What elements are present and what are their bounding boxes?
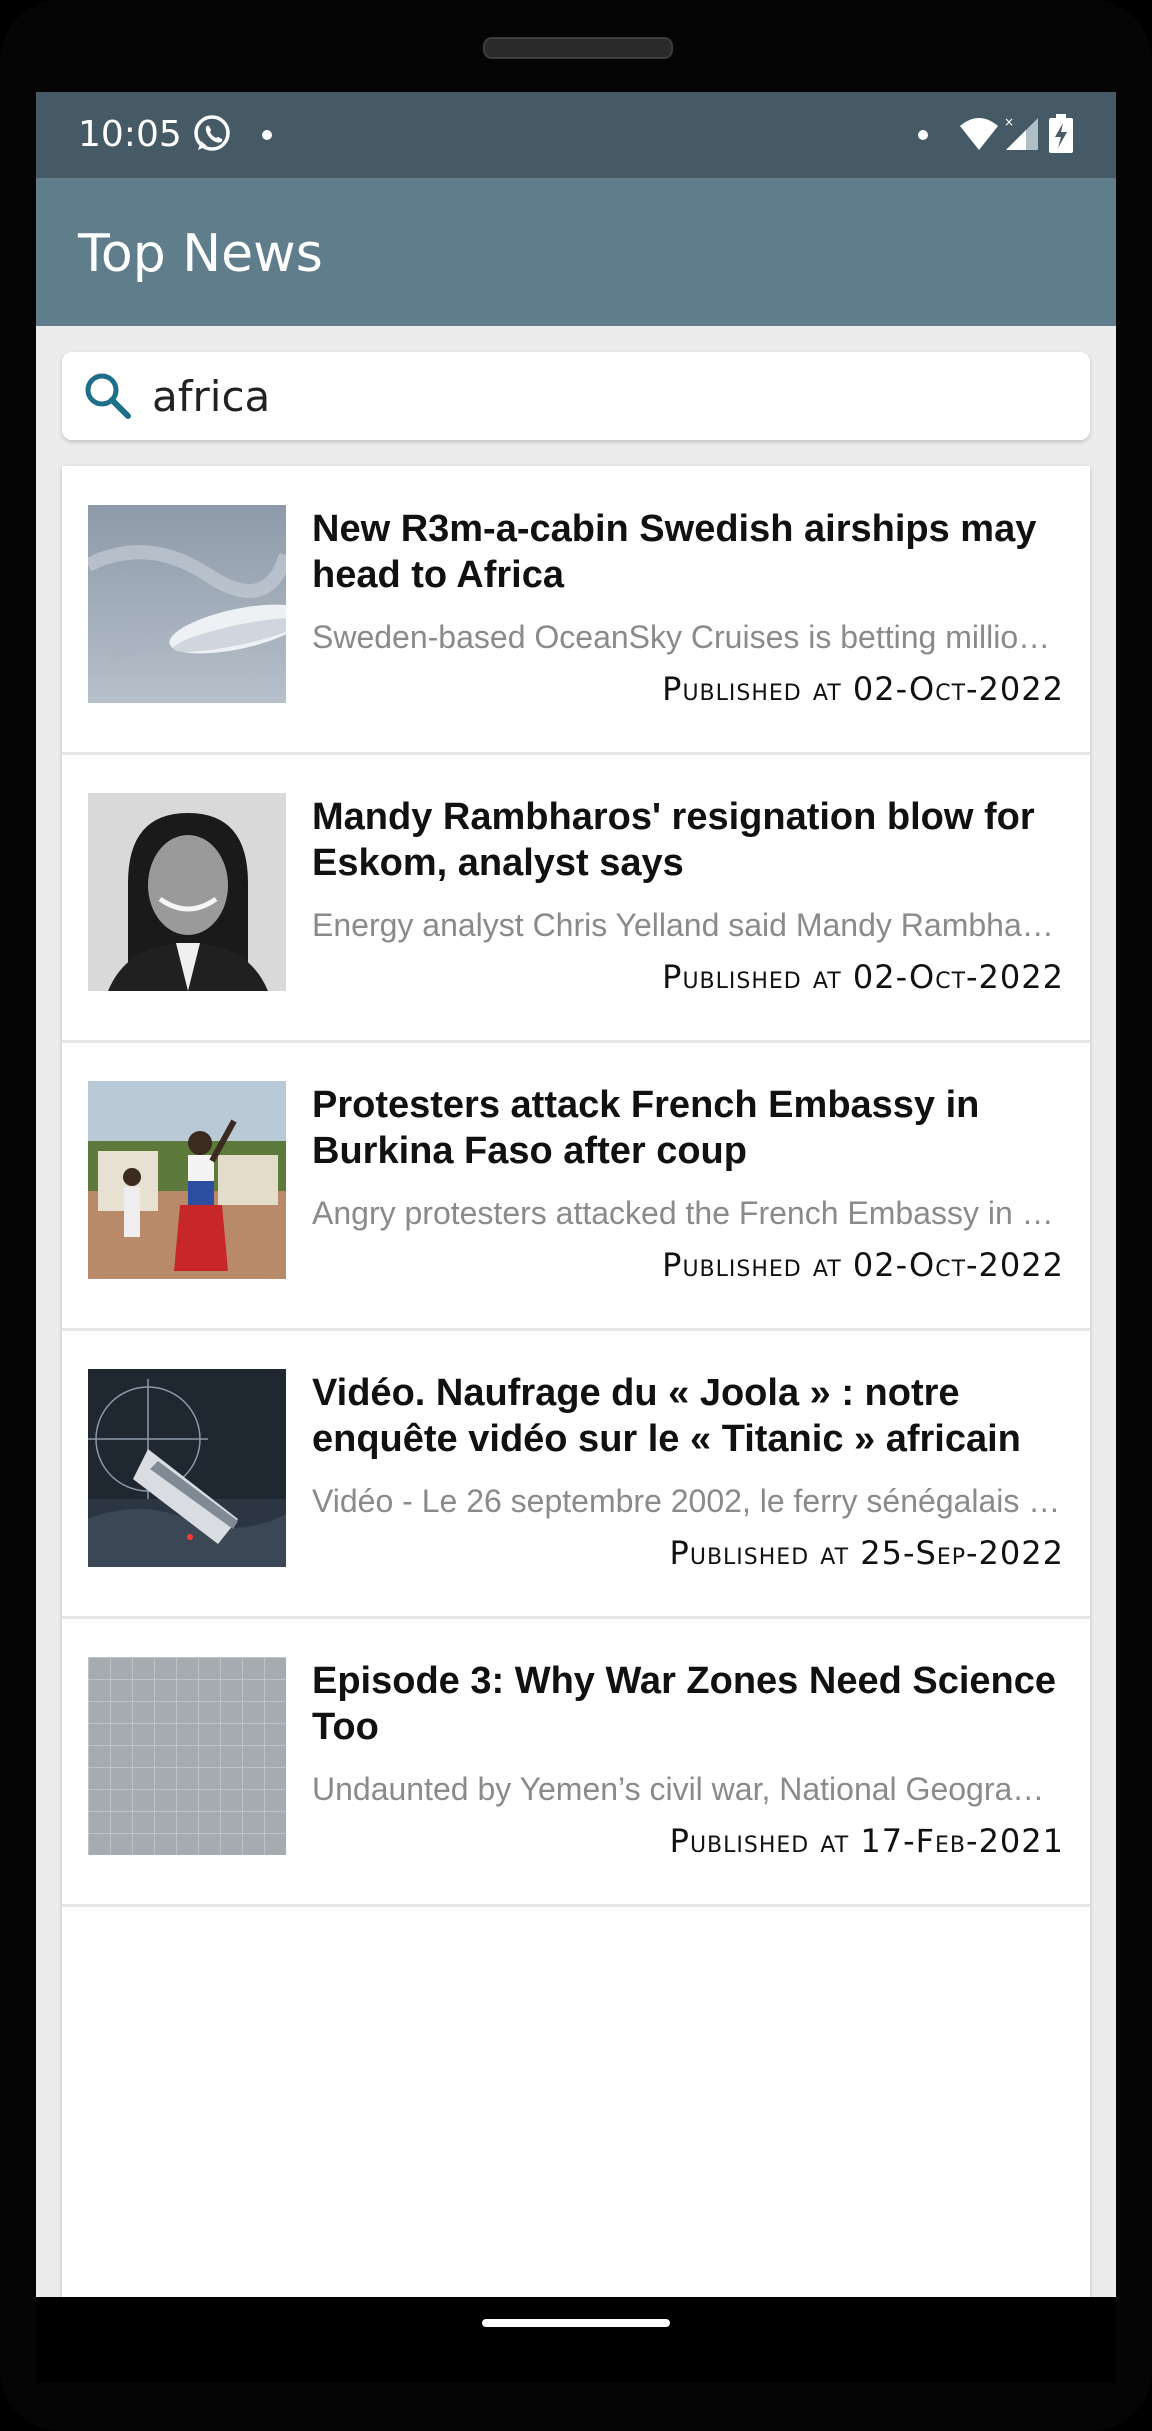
news-item[interactable]: Protesters attack French Embassy in Burk… <box>62 1042 1090 1331</box>
article-title: Protesters attack French Embassy in Burk… <box>312 1084 980 1172</box>
navigation-bar <box>36 2297 1116 2383</box>
news-item[interactable]: Episode 3: Why War Zones Need Science To… <box>62 1618 1090 1907</box>
article-description: Sweden-based OceanSky Cruises is betting… <box>312 619 1062 655</box>
article-date: Published at 25-Sep-2022 <box>669 1534 1064 1572</box>
news-item[interactable]: Mandy Rambharos' resignation blow for Es… <box>62 754 1090 1043</box>
article-title: Vidéo. Naufrage du « Joola » : notre enq… <box>312 1372 1021 1460</box>
search-icon <box>85 373 131 419</box>
svg-text:×: × <box>1004 115 1014 129</box>
article-date: Published at 02-Oct-2022 <box>662 958 1064 996</box>
home-gesture-handle[interactable] <box>482 2319 670 2327</box>
article-date: Published at 02-Oct-2022 <box>662 670 1064 708</box>
article-title: Episode 3: Why War Zones Need Science To… <box>312 1660 1057 1748</box>
status-time: 10:05 <box>78 114 182 155</box>
earpiece-speaker <box>483 37 673 59</box>
news-item[interactable]: New R3m-a-cabin Swedish airships may hea… <box>62 466 1090 755</box>
wifi-icon <box>960 118 998 150</box>
news-list: New R3m-a-cabin Swedish airships may hea… <box>62 466 1090 2297</box>
page-title: Top News <box>78 224 323 284</box>
search-input[interactable] <box>152 362 1052 430</box>
article-description: Vidéo - Le 26 septembre 2002, le ferry s… <box>312 1483 1062 1519</box>
battery-charging-icon <box>1049 114 1073 153</box>
screen: 10:05 × Top News africa New R3m-a-cabin … <box>36 92 1116 2297</box>
article-description: Energy analyst Chris Yelland said Mandy … <box>312 907 1062 943</box>
article-date: Published at 17-Feb-2021 <box>669 1822 1064 1860</box>
notification-dot-icon <box>262 130 272 140</box>
article-thumbnail <box>88 505 286 703</box>
article-description: Undaunted by Yemen’s civil war, National… <box>312 1771 1062 1807</box>
article-thumbnail <box>88 1369 286 1567</box>
article-description: Angry protesters attacked the French Emb… <box>312 1195 1062 1231</box>
cell-signal-icon: × <box>1004 115 1038 150</box>
status-dot-icon <box>918 130 928 140</box>
whatsapp-icon <box>194 115 230 151</box>
news-item[interactable]: Vidéo. Naufrage du « Joola » : notre enq… <box>62 1330 1090 1619</box>
article-title: New R3m-a-cabin Swedish airships may hea… <box>312 508 1037 596</box>
article-thumbnail <box>88 1657 286 1855</box>
status-bar: 10:05 × <box>36 92 1116 178</box>
article-title: Mandy Rambharos' resignation blow for Es… <box>312 796 1035 884</box>
article-thumbnail <box>88 793 286 991</box>
app-bar: Top News <box>36 178 1116 326</box>
article-thumbnail <box>88 1081 286 1279</box>
article-date: Published at 02-Oct-2022 <box>662 1246 1064 1284</box>
search-bar[interactable] <box>62 352 1090 440</box>
phone-frame: 10:05 × Top News africa New R3m-a-cabin … <box>0 0 1152 2431</box>
